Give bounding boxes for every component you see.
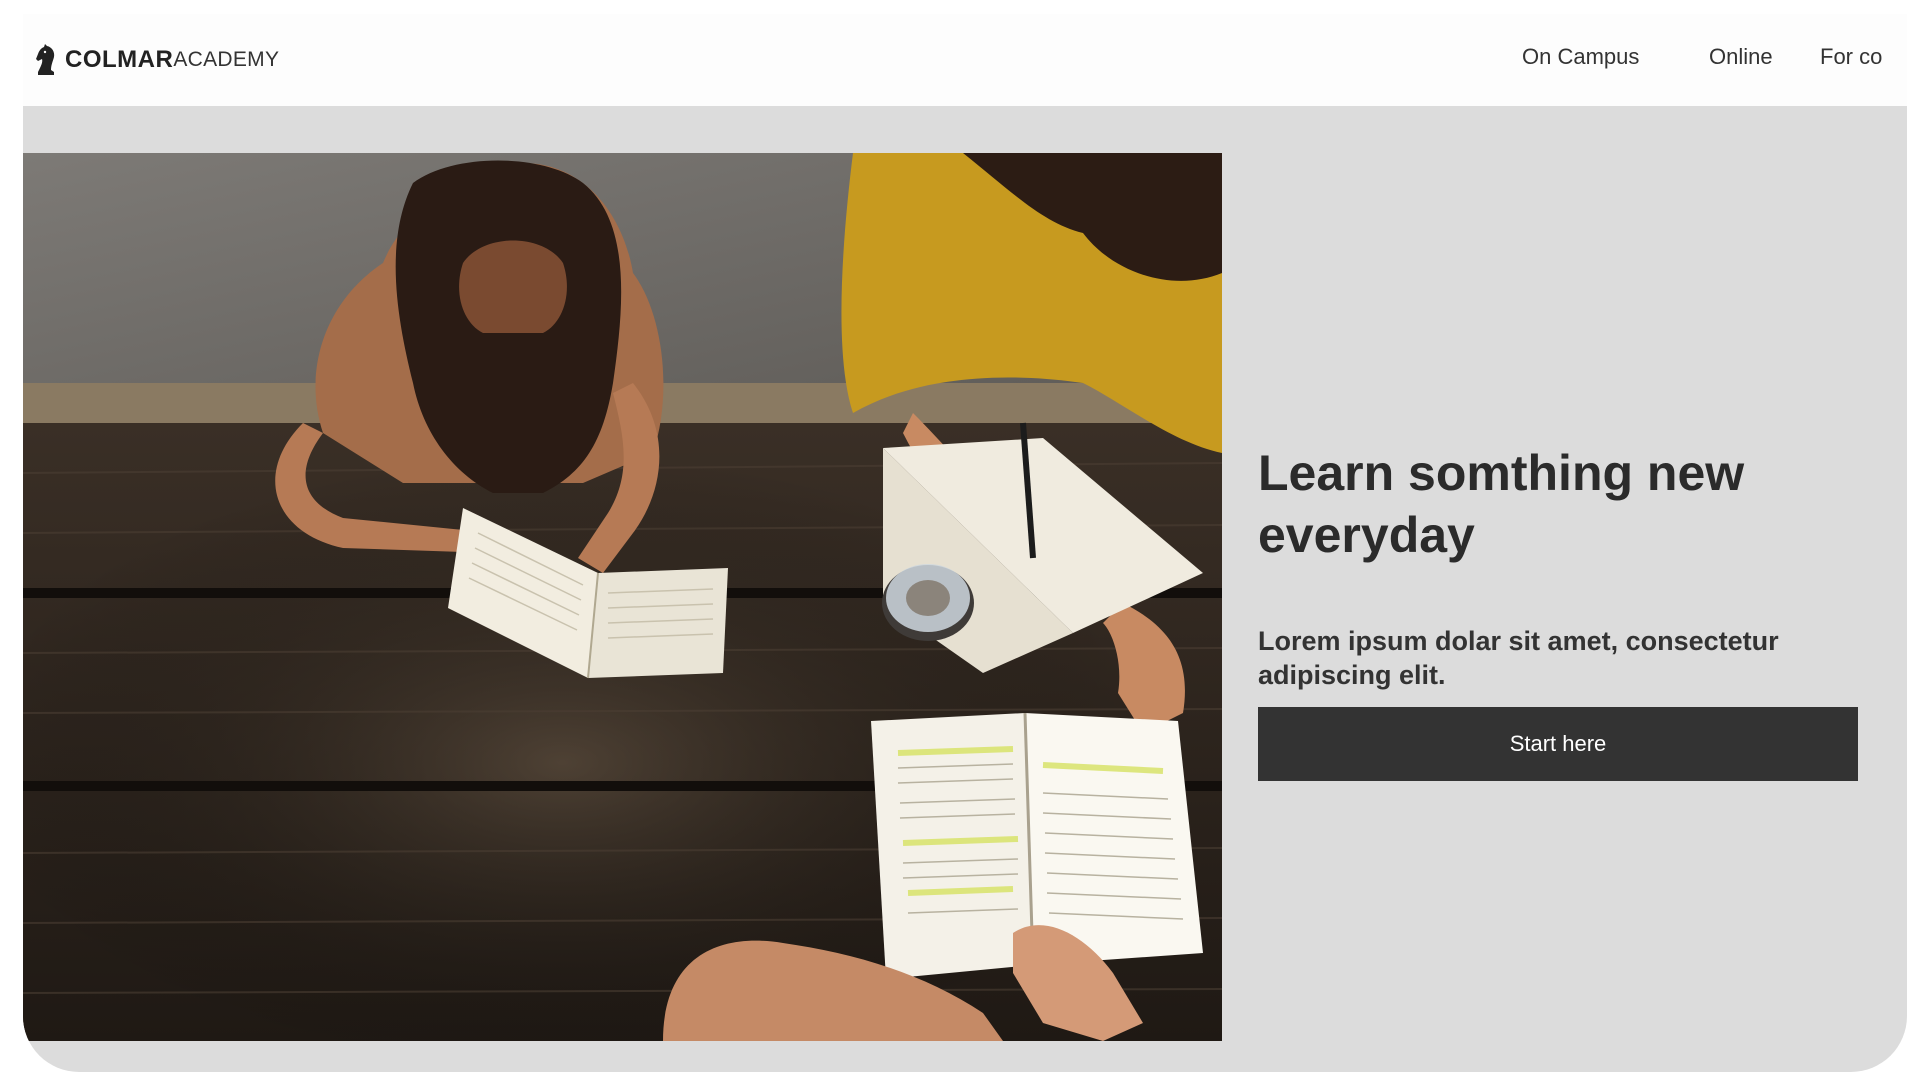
nav-link-online[interactable]: Online (1709, 44, 1773, 70)
hero-content: Learn somthing new everyday Lorem ipsum … (1258, 442, 1888, 692)
start-here-button[interactable]: Start here (1258, 707, 1858, 781)
hero-title: Learn somthing new everyday (1258, 445, 1745, 563)
nav-link-for-companies[interactable]: For co (1820, 44, 1882, 70)
hero-photo (23, 153, 1222, 1041)
nav-link-on-campus[interactable]: On Campus (1522, 44, 1639, 70)
top-navigation: COLMAR ACADEMY On Campus Online For co (23, 14, 1907, 106)
hero-subtitle: Lorem ipsum dolar sit amet, consectetur … (1258, 626, 1779, 690)
nav-links: On Campus Online For co (1517, 44, 1897, 74)
logo-wordmark-bold: COLMAR (65, 46, 174, 73)
logo-wordmark-light: ACADEMY (173, 48, 280, 71)
hero-photo-illustration (23, 153, 1222, 1041)
knight-chess-icon (36, 44, 55, 75)
page-frame: COLMAR ACADEMY On Campus Online For co L… (23, 14, 1907, 1072)
site-logo[interactable]: COLMAR ACADEMY (33, 42, 279, 78)
